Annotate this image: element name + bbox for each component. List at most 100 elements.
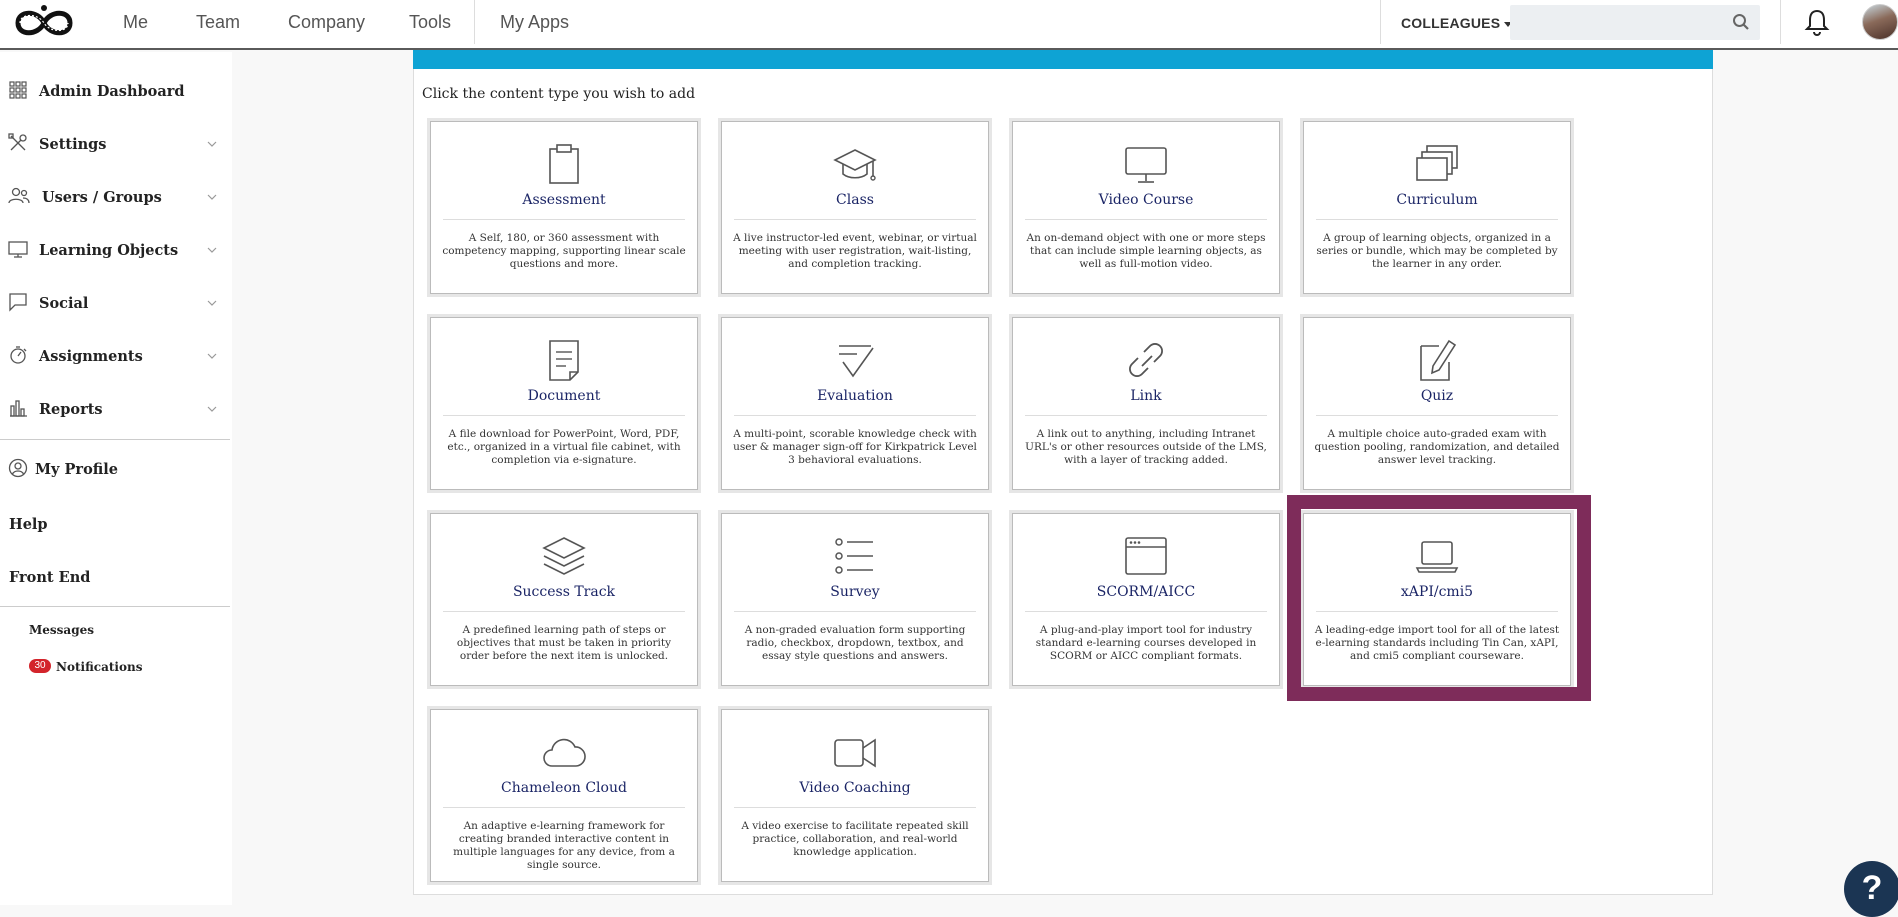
card-title: Link	[1130, 388, 1162, 404]
users-icon	[8, 186, 30, 208]
card-divider	[734, 219, 976, 220]
sidebar-item-my-profile[interactable]: My Profile	[0, 449, 232, 489]
logo-icon[interactable]	[8, 2, 80, 44]
card-title: Class	[836, 192, 874, 208]
grid-icon	[8, 80, 30, 102]
card-description: A predefined learning path of steps or o…	[456, 624, 672, 662]
sidebar-divider	[0, 606, 230, 607]
sidebar-item-messages[interactable]: Messages	[29, 623, 94, 637]
search-input[interactable]	[1510, 5, 1760, 40]
top-navbar: Me Team Company Tools My Apps COLLEAGUES	[0, 0, 1898, 50]
content-type-card-document[interactable]: Document A file download for PowerPoint, …	[430, 317, 698, 490]
document-icon	[542, 338, 586, 382]
card-title: Video Course	[1098, 192, 1194, 208]
monitor-icon	[1124, 142, 1168, 186]
sidebar-item-label: Settings	[39, 135, 107, 153]
panel-header-bar	[413, 50, 1713, 69]
content-type-card-scorm-aicc[interactable]: SCORM/AICC A plug-and-play import tool fo…	[1012, 513, 1280, 686]
card-divider	[734, 415, 976, 416]
card-title: Curriculum	[1396, 192, 1478, 208]
chevron-down-icon	[207, 298, 217, 308]
card-title: Success Track	[512, 584, 616, 600]
card-divider	[1025, 611, 1267, 612]
content-type-card-survey[interactable]: Survey A non-graded evaluation form suppo…	[721, 513, 989, 686]
sidebar-item-label: Users / Groups	[42, 188, 162, 206]
colleagues-dropdown[interactable]: COLLEAGUES	[1401, 15, 1513, 31]
card-description: A group of learning objects, organized i…	[1316, 232, 1558, 270]
avatar[interactable]	[1862, 4, 1898, 40]
card-description: A file download for PowerPoint, Word, PD…	[447, 428, 681, 466]
sidebar-item-admin-dashboard[interactable]: Admin Dashboard	[0, 71, 232, 111]
sidebar-item-settings[interactable]: Settings	[0, 124, 232, 164]
content-type-card-quiz[interactable]: Quiz A multiple choice auto-graded exam w…	[1303, 317, 1571, 490]
card-divider	[443, 611, 685, 612]
content-type-card-link[interactable]: Link A link out to anything, including In…	[1012, 317, 1280, 490]
chevron-down-icon	[207, 404, 217, 414]
sidebar-item-label: Assignments	[39, 347, 143, 365]
card-divider	[443, 219, 685, 220]
bell-icon[interactable]	[1804, 8, 1830, 36]
card-description: A link out to anything, including Intran…	[1025, 428, 1267, 466]
card-description: An adaptive e-learning framework for cre…	[453, 820, 675, 871]
stopwatch-icon	[8, 345, 30, 367]
sidebar-divider	[0, 439, 230, 440]
sidebar: Admin Dashboard Settings Users / Groups …	[0, 52, 232, 905]
sidebar-item-assignments[interactable]: Assignments	[0, 336, 232, 376]
nav-tools[interactable]: Tools	[409, 12, 451, 33]
nav-company[interactable]: Company	[288, 12, 365, 33]
card-description: A Self, 180, or 360 assessment with comp…	[442, 232, 686, 270]
help-button[interactable]: ?	[1844, 861, 1898, 917]
nav-my-apps[interactable]: My Apps	[500, 12, 569, 33]
chevron-down-icon	[207, 351, 217, 361]
card-description: A plug-and-play import tool for industry…	[1035, 624, 1257, 662]
content-type-card-success-track[interactable]: Success Track A predefined learning path …	[430, 513, 698, 686]
nav-me[interactable]: Me	[123, 12, 148, 33]
card-divider	[1025, 219, 1267, 220]
sidebar-item-social[interactable]: Social	[0, 283, 232, 323]
pencil-document-icon	[1415, 338, 1459, 382]
bar-chart-icon	[8, 398, 30, 420]
card-title: Chameleon Cloud	[501, 780, 627, 796]
chevron-down-icon	[207, 139, 217, 149]
content-type-card-class[interactable]: Class A live instructor-led event, webina…	[721, 121, 989, 294]
sidebar-item-notifications[interactable]: Notifications	[56, 660, 142, 674]
list-icon	[833, 534, 877, 578]
card-description: A video exercise to facilitate repeated …	[741, 820, 969, 858]
card-description: A multi-point, scorable knowledge check …	[733, 428, 977, 466]
nav-divider	[474, 0, 475, 44]
search-icon[interactable]	[1732, 13, 1750, 31]
user-circle-icon	[8, 458, 30, 480]
card-divider	[443, 807, 685, 808]
selection-highlight	[1287, 495, 1591, 701]
sidebar-item-front-end[interactable]: Front End	[9, 569, 90, 586]
card-title: Survey	[830, 584, 880, 600]
card-divider	[1025, 415, 1267, 416]
chat-icon	[8, 292, 30, 314]
sidebar-item-label: Learning Objects	[39, 241, 179, 259]
card-description: A live instructor-led event, webinar, or…	[733, 232, 977, 270]
card-divider	[734, 807, 976, 808]
card-divider	[1316, 415, 1558, 416]
content-type-card-video-coaching[interactable]: Video Coaching A video exercise to facili…	[721, 709, 989, 882]
content-type-card-curriculum[interactable]: Curriculum A group of learning objects, o…	[1303, 121, 1571, 294]
tools-icon	[8, 133, 30, 155]
sidebar-item-users-groups[interactable]: Users / Groups	[0, 177, 232, 217]
card-description: An on-demand object with one or more ste…	[1026, 232, 1266, 270]
card-description: A non-graded evaluation form supporting …	[744, 624, 966, 662]
cloud-icon	[542, 730, 586, 774]
content-type-card-chameleon-cloud[interactable]: Chameleon Cloud An adaptive e-learning fr…	[430, 709, 698, 882]
sidebar-item-label: My Profile	[35, 460, 119, 478]
nav-team[interactable]: Team	[196, 12, 240, 33]
sidebar-item-learning-objects[interactable]: Learning Objects	[0, 230, 232, 270]
card-title: Assessment	[522, 192, 606, 208]
card-title: Document	[527, 388, 601, 404]
content-type-card-video-course[interactable]: Video Course An on-demand object with one…	[1012, 121, 1280, 294]
nav-divider	[1380, 0, 1381, 44]
browser-window-icon	[1124, 534, 1168, 578]
content-type-card-evaluation[interactable]: Evaluation A multi-point, scorable knowle…	[721, 317, 989, 490]
sidebar-item-reports[interactable]: Reports	[0, 389, 232, 429]
sidebar-item-label: Admin Dashboard	[39, 82, 185, 100]
sidebar-item-help[interactable]: Help	[9, 516, 48, 533]
sidebar-item-label: Reports	[39, 400, 103, 418]
content-type-card-assessment[interactable]: Assessment A Self, 180, or 360 assessment…	[430, 121, 698, 294]
